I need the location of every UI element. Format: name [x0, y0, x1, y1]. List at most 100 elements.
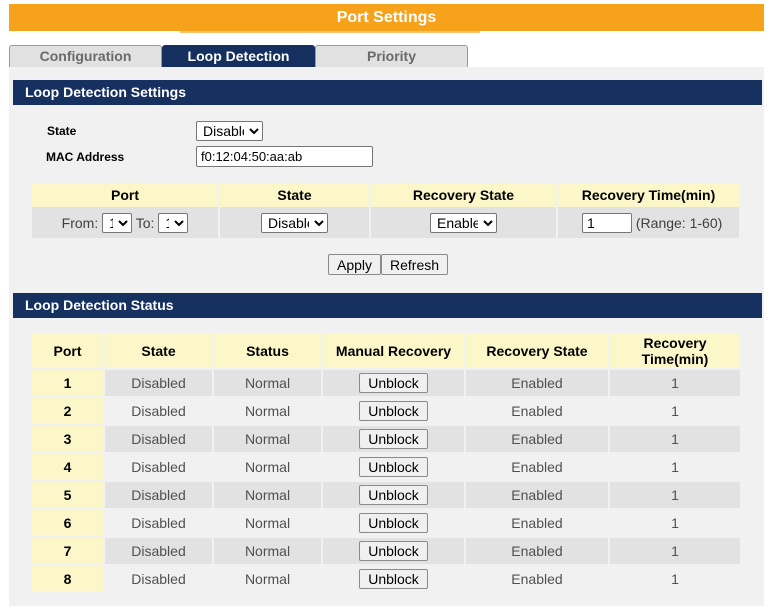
status-row-port: 3 — [32, 426, 103, 452]
status-row-status: Normal — [214, 426, 321, 452]
status-row-state: Disabled — [105, 426, 212, 452]
status-row-recovery-state: Enabled — [466, 370, 608, 396]
unblock-button[interactable]: Unblock — [359, 513, 428, 533]
status-row-status: Normal — [214, 454, 321, 480]
status-row-recovery-state: Enabled — [466, 538, 608, 564]
status-header-manual-recovery: Manual Recovery — [323, 334, 464, 368]
status-row-manual-recovery: Unblock — [323, 538, 464, 564]
status-row-manual-recovery: Unblock — [323, 398, 464, 424]
status-row-recovery-time: 1 — [610, 370, 740, 396]
status-row-recovery-state: Enabled — [466, 510, 608, 536]
unblock-button[interactable]: Unblock — [359, 569, 428, 589]
tab-loop-detection[interactable]: Loop Detection — [162, 45, 315, 67]
status-row-recovery-state: Enabled — [466, 482, 608, 508]
status-table-body: 1 Disabled Normal Unblock Enabled 1 2 Disabled N… — [32, 370, 740, 592]
status-row-state: Disabled — [105, 454, 212, 480]
unblock-button[interactable]: Unblock — [359, 541, 428, 561]
status-row: 2 Disabled Normal Unblock Enabled 1 — [32, 398, 740, 424]
tab-priority[interactable]: Priority — [315, 45, 468, 67]
status-row: 4 Disabled Normal Unblock Enabled 1 — [32, 454, 740, 480]
status-header-state: State — [105, 334, 212, 368]
status-row-port: 4 — [32, 454, 103, 480]
status-row-recovery-time: 1 — [610, 510, 740, 536]
status-row: 3 Disabled Normal Unblock Enabled 1 — [32, 426, 740, 452]
status-table: Port State Status Manual Recovery Recove… — [30, 332, 742, 594]
to-port-select[interactable]: 1 — [158, 212, 189, 233]
to-label: To: — [135, 214, 155, 231]
refresh-button[interactable]: Refresh — [381, 254, 449, 275]
from-label: From: — [61, 214, 99, 231]
mac-address-input[interactable] — [196, 146, 373, 167]
status-row-port: 6 — [32, 510, 103, 536]
status-row-state: Disabled — [105, 538, 212, 564]
status-row-port: 7 — [32, 538, 103, 564]
status-row-recovery-time: 1 — [610, 454, 740, 480]
status-row-manual-recovery: Unblock — [323, 566, 464, 592]
status-row-recovery-state: Enabled — [466, 426, 608, 452]
port-state-select[interactable]: Disable — [261, 212, 328, 233]
status-row-recovery-time: 1 — [610, 426, 740, 452]
status-section-header: Loop Detection Status — [13, 293, 762, 318]
status-header-port: Port — [32, 334, 103, 368]
status-row-port: 2 — [32, 398, 103, 424]
page-title: Port Settings — [9, 4, 764, 31]
unblock-button[interactable]: Unblock — [359, 457, 428, 477]
port-config-header-port: Port — [32, 183, 218, 207]
recovery-time-range: (Range: 1-60) — [635, 214, 723, 231]
status-row-state: Disabled — [105, 370, 212, 396]
port-config-header-recovery-state: Recovery State — [371, 183, 556, 207]
status-row-manual-recovery: Unblock — [323, 454, 464, 480]
settings-section-header: Loop Detection Settings — [13, 80, 762, 105]
status-row-status: Normal — [214, 510, 321, 536]
status-row-recovery-time: 1 — [610, 538, 740, 564]
status-row-port: 8 — [32, 566, 103, 592]
status-row: 8 Disabled Normal Unblock Enabled 1 — [32, 566, 740, 592]
port-config-header-recovery-time: Recovery Time(min) — [558, 183, 739, 207]
unblock-button[interactable]: Unblock — [359, 429, 428, 449]
status-row-status: Normal — [214, 566, 321, 592]
unblock-button[interactable]: Unblock — [359, 373, 428, 393]
unblock-button[interactable]: Unblock — [359, 401, 428, 421]
port-range-cell: From: 1 To: 1 — [32, 207, 218, 238]
status-row-state: Disabled — [105, 566, 212, 592]
status-header-status: Status — [214, 334, 321, 368]
status-row-state: Disabled — [105, 510, 212, 536]
recovery-state-select[interactable]: Enable — [430, 212, 497, 233]
status-header-recovery-time: Recovery Time(min) — [610, 334, 740, 368]
status-row: 5 Disabled Normal Unblock Enabled 1 — [32, 482, 740, 508]
port-config-header-state: State — [220, 183, 369, 207]
status-row-recovery-time: 1 — [610, 566, 740, 592]
status-row-recovery-time: 1 — [610, 398, 740, 424]
status-row-recovery-state: Enabled — [466, 566, 608, 592]
status-row-port: 1 — [32, 370, 103, 396]
recovery-state-cell: Enable — [371, 207, 556, 238]
status-row: 6 Disabled Normal Unblock Enabled 1 — [32, 510, 740, 536]
status-row-status: Normal — [214, 538, 321, 564]
port-config-table: Port State Recovery State Recovery Time(… — [30, 183, 741, 238]
status-row-manual-recovery: Unblock — [323, 482, 464, 508]
status-row-state: Disabled — [105, 482, 212, 508]
apply-button[interactable]: Apply — [328, 254, 382, 275]
mac-address-label: MAC Address — [46, 150, 125, 164]
from-port-select[interactable]: 1 — [102, 212, 133, 233]
title-underline — [180, 31, 480, 33]
recovery-time-input[interactable] — [582, 212, 632, 233]
status-row-status: Normal — [214, 370, 321, 396]
status-row-manual-recovery: Unblock — [323, 510, 464, 536]
port-state-cell: Disable — [220, 207, 369, 238]
status-row-status: Normal — [214, 398, 321, 424]
status-row-state: Disabled — [105, 398, 212, 424]
status-row: 1 Disabled Normal Unblock Enabled 1 — [32, 370, 740, 396]
unblock-button[interactable]: Unblock — [359, 485, 428, 505]
status-row-status: Normal — [214, 482, 321, 508]
status-row-port: 5 — [32, 482, 103, 508]
status-row-manual-recovery: Unblock — [323, 370, 464, 396]
status-row-recovery-time: 1 — [610, 482, 740, 508]
status-header-recovery-state: Recovery State — [466, 334, 608, 368]
recovery-time-cell: (Range: 1-60) — [558, 207, 739, 238]
content-panel: Loop Detection Settings State Disable MA… — [9, 67, 764, 606]
status-row-manual-recovery: Unblock — [323, 426, 464, 452]
status-row: 7 Disabled Normal Unblock Enabled 1 — [32, 538, 740, 564]
state-select[interactable]: Disable — [196, 121, 263, 141]
tab-configuration[interactable]: Configuration — [9, 45, 162, 67]
